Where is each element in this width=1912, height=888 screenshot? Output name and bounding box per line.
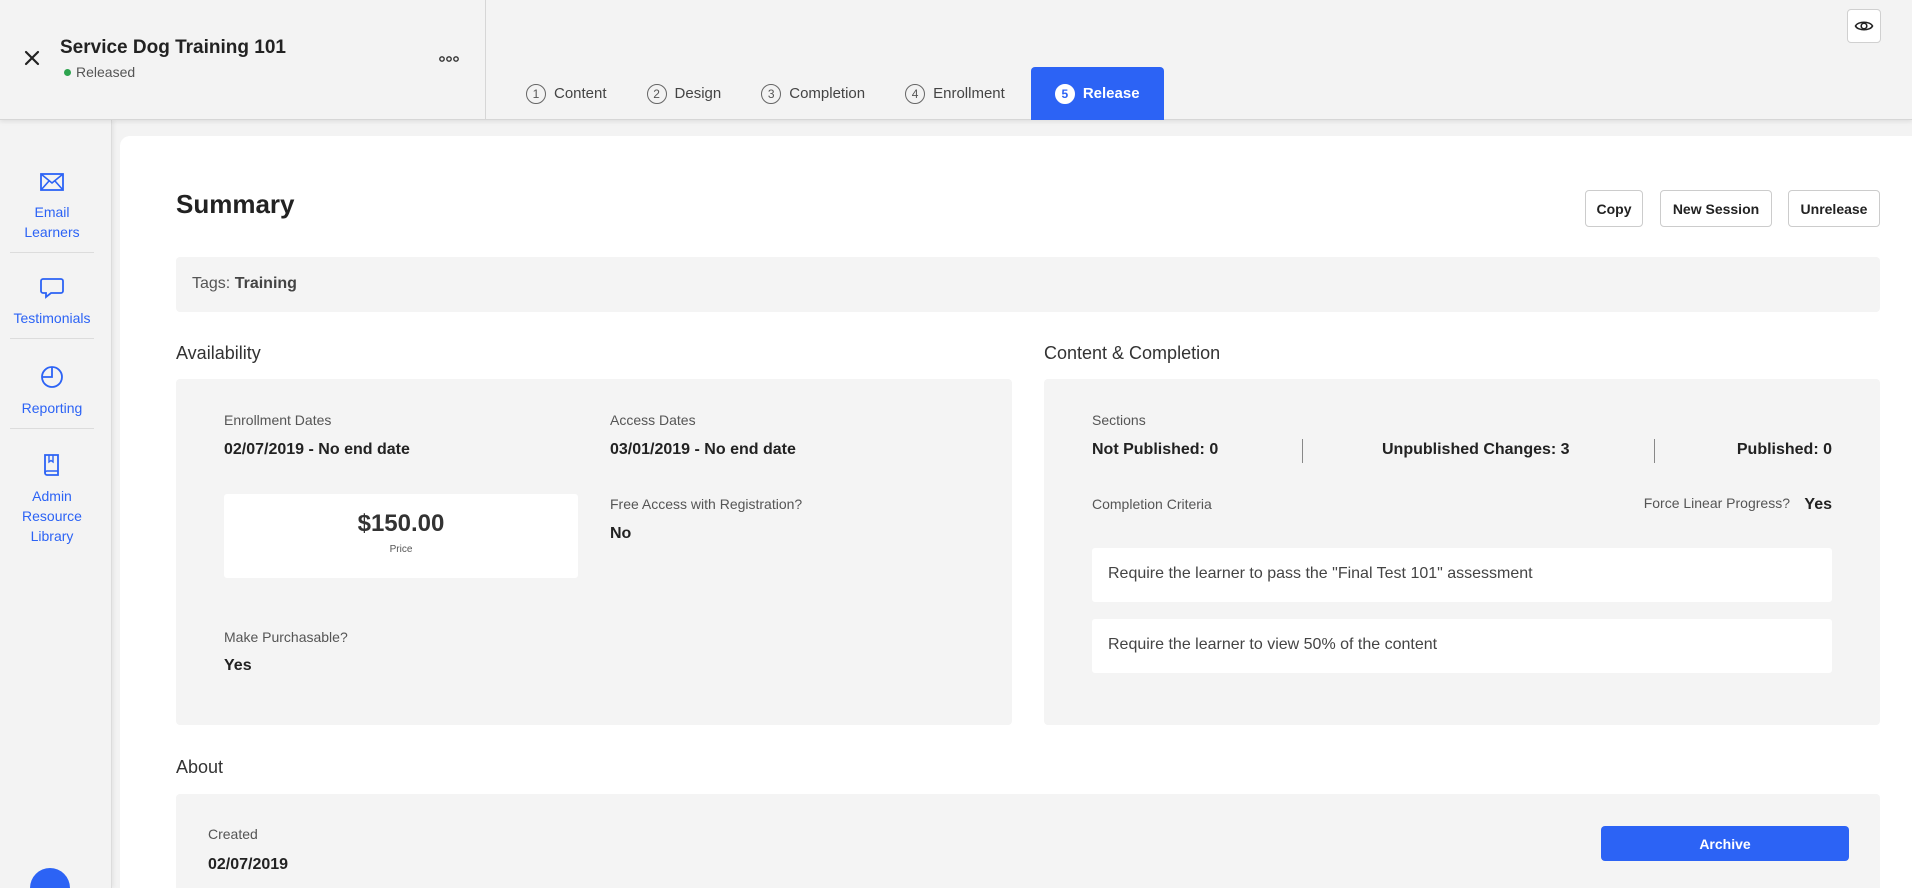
copy-button[interactable]: Copy — [1585, 190, 1643, 227]
tab-enrollment[interactable]: 4 Enrollment — [891, 67, 1019, 120]
tags-value: Training — [234, 275, 297, 292]
sections-label: Sections — [1092, 412, 1146, 428]
sidebar-item-label: Admin Resource Library — [22, 488, 82, 544]
created-label: Created — [208, 826, 258, 842]
step-tabs: 1 Content 2 Design 3 Completion 4 Enrollment… — [512, 67, 1176, 120]
tab-release[interactable]: 5 Release — [1030, 67, 1164, 120]
criteria-item: Require the learner to view 50% of the c… — [1092, 619, 1832, 673]
new-session-button[interactable]: New Session — [1660, 190, 1772, 227]
course-title: Service Dog Training 101 — [60, 37, 286, 58]
tab-step-number: 5 — [1054, 83, 1075, 104]
tags-bar: Tags: Training — [176, 257, 1880, 312]
access-dates-label: Access Dates — [610, 412, 696, 428]
purchasable-value: Yes — [224, 657, 252, 674]
price-card: $150.00 Price — [224, 494, 578, 578]
free-access-label: Free Access with Registration? — [610, 496, 803, 512]
purchasable-label: Make Purchasable? — [224, 629, 348, 645]
unrelease-button[interactable]: Unrelease — [1788, 190, 1880, 227]
tab-label: Release — [1082, 85, 1140, 102]
envelope-icon — [40, 173, 64, 191]
about-title: About — [176, 757, 224, 777]
sidebar-item-label: Testimonials — [13, 310, 91, 326]
availability-title: Availability — [176, 343, 261, 363]
archive-button[interactable]: Archive — [1601, 826, 1849, 861]
status-label: Released — [76, 64, 136, 80]
divider — [1654, 439, 1655, 463]
sidebar-item-label: Reporting — [21, 400, 83, 416]
tab-design[interactable]: 2 Design — [633, 67, 736, 120]
not-published-count: Not Published: 0 — [1092, 441, 1219, 458]
enrollment-dates-label: Enrollment Dates — [224, 412, 332, 428]
divider — [1302, 439, 1303, 463]
book-icon — [44, 454, 59, 476]
tab-label: Content — [554, 85, 607, 102]
unpublished-changes-count: Unpublished Changes: 3 — [1382, 441, 1570, 458]
tags-label: Tags: — [192, 275, 231, 292]
criteria-item: Require the learner to pass the "Final T… — [1092, 548, 1832, 602]
eye-icon — [1854, 21, 1874, 31]
force-linear-label: Force Linear Progress? — [1643, 495, 1790, 511]
completion-criteria-label: Completion Criteria — [1092, 496, 1212, 512]
price-label: Price — [389, 544, 413, 555]
tab-completion[interactable]: 3 Completion — [747, 67, 879, 120]
tab-content[interactable]: 1 Content — [512, 67, 621, 120]
sidebar-item-testimonials[interactable]: Testimonials — [10, 276, 94, 339]
preview-button[interactable] — [1847, 9, 1881, 43]
status-dot-icon — [64, 68, 71, 76]
content-completion-title: Content & Completion — [1044, 343, 1221, 363]
sidebar: Email Learners Testimonials Reporting Ad… — [0, 120, 112, 888]
tab-step-number: 2 — [646, 83, 667, 104]
sidebar-item-admin-resource-library[interactable]: Admin Resource Library — [10, 452, 94, 556]
access-dates-value: 03/01/2019 - No end date — [610, 441, 796, 458]
top-header: Service Dog Training 101 Released 1 Conte… — [0, 0, 1912, 120]
price-value: $150.00 — [357, 510, 445, 537]
sidebar-item-label: Email Learners — [24, 204, 80, 240]
speech-bubble-icon — [40, 278, 64, 299]
more-options-icon[interactable] — [438, 48, 460, 70]
tab-label: Design — [674, 85, 722, 102]
status-badge: Released — [64, 64, 135, 80]
published-count: Published: 0 — [1736, 441, 1832, 458]
close-icon[interactable] — [20, 46, 44, 70]
sidebar-item-email-learners[interactable]: Email Learners — [10, 170, 94, 253]
sidebar-item-reporting[interactable]: Reporting — [10, 364, 94, 429]
tab-label: Enrollment — [933, 85, 1005, 102]
tab-step-number: 1 — [526, 83, 546, 104]
page-title: Summary — [176, 189, 295, 219]
tab-step-number: 4 — [905, 83, 926, 104]
force-linear-value: Yes — [1804, 496, 1832, 513]
tab-label: Completion — [789, 85, 866, 102]
tab-step-number: 3 — [761, 83, 782, 104]
created-value: 02/07/2019 — [208, 856, 289, 873]
course-header: Service Dog Training 101 Released — [0, 0, 486, 120]
free-access-value: No — [610, 525, 632, 542]
enrollment-dates-value: 02/07/2019 - No end date — [224, 441, 410, 458]
pie-chart-icon — [41, 366, 63, 388]
